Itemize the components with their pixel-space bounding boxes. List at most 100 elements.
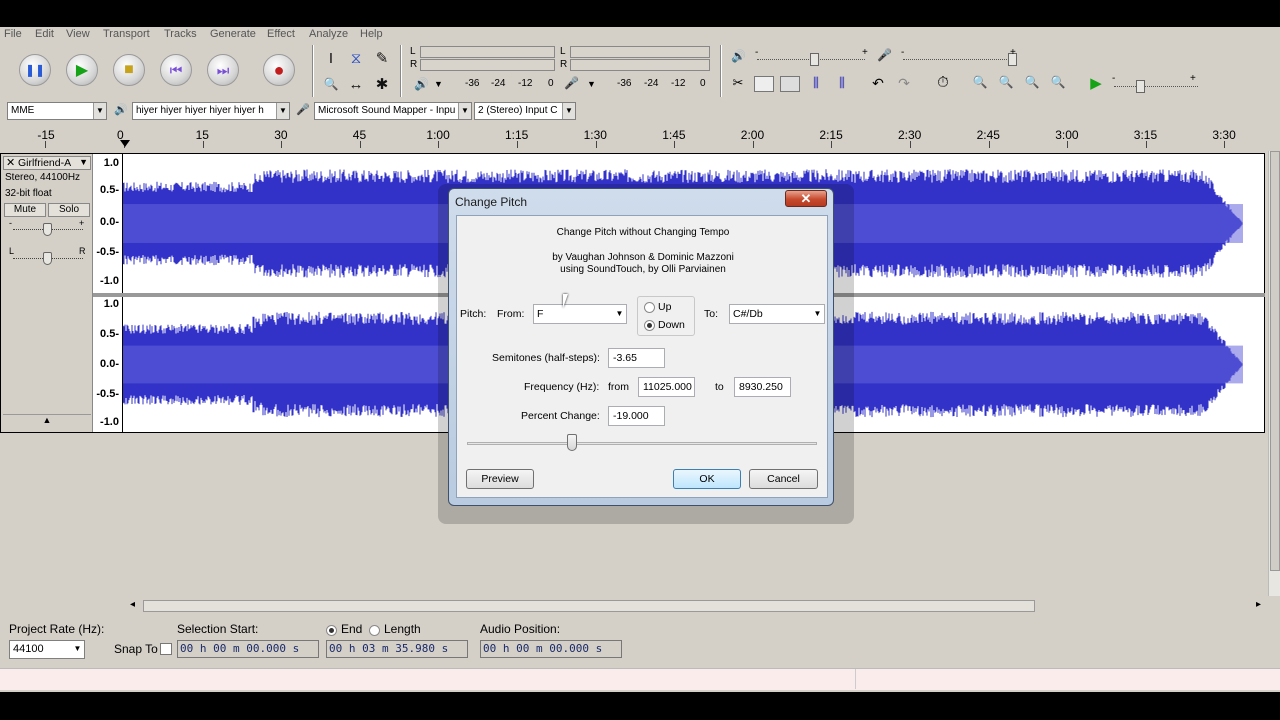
output-volume-thumb[interactable] bbox=[810, 53, 819, 66]
record-meter-right[interactable] bbox=[570, 59, 710, 71]
stop-button[interactable]: ■ bbox=[113, 54, 145, 86]
play-speed-slider[interactable] bbox=[1114, 86, 1198, 87]
input-volume-slider[interactable] bbox=[903, 59, 1015, 60]
menu-view[interactable]: View bbox=[66, 28, 90, 40]
to-pitch-select[interactable]: C#/Db ▼ bbox=[729, 304, 825, 324]
semitones-input[interactable]: -3.65 bbox=[608, 348, 665, 368]
multi-tool[interactable]: ✱ bbox=[371, 73, 393, 95]
cancel-button[interactable]: Cancel bbox=[749, 469, 818, 489]
sync-lock-icon[interactable]: ⏱ bbox=[933, 74, 953, 94]
ruler-tick bbox=[595, 141, 597, 148]
playback-meter-right[interactable] bbox=[420, 59, 555, 71]
chevron-down-icon: ▼ bbox=[613, 305, 626, 323]
dialog-close-button[interactable]: ✕ bbox=[785, 190, 827, 207]
silence-icon[interactable]: ⫼ bbox=[832, 75, 852, 93]
project-rate-select[interactable]: 44100 ▼ bbox=[9, 640, 85, 659]
from-pitch-select[interactable]: F ▼ bbox=[533, 304, 627, 324]
playback-meter-left[interactable] bbox=[420, 46, 555, 58]
down-radio[interactable] bbox=[644, 320, 655, 331]
track-name-menu[interactable]: ✕ Girlfriend-A ▼ bbox=[3, 156, 91, 170]
audio-position-time[interactable]: 00 h 00 m 00.000 s bbox=[480, 640, 622, 658]
menu-file[interactable]: File bbox=[4, 28, 22, 40]
pan-slider-thumb[interactable] bbox=[43, 252, 52, 265]
up-radio[interactable] bbox=[644, 302, 655, 313]
chevron-down-icon[interactable]: ▼ bbox=[434, 79, 443, 89]
vertical-scroll-thumb[interactable] bbox=[1270, 151, 1280, 571]
undo-icon[interactable]: ↶ bbox=[868, 75, 888, 93]
meter-left-label: L bbox=[560, 46, 566, 57]
play-speed-thumb[interactable] bbox=[1136, 80, 1145, 93]
vertical-scrollbar[interactable] bbox=[1268, 151, 1280, 596]
audio-position-value: 00 h 00 m 00.000 s bbox=[483, 642, 603, 655]
play-button[interactable]: ▶ bbox=[66, 54, 98, 86]
solo-button[interactable]: Solo bbox=[48, 203, 90, 217]
select-icon: I bbox=[328, 49, 334, 67]
output-device-select[interactable]: hiyer hiyer hiyer hiyer hiyer h ▼ bbox=[132, 102, 290, 120]
record-button[interactable]: ● bbox=[263, 54, 295, 86]
play-at-speed-icon[interactable]: ▶ bbox=[1086, 74, 1106, 94]
cut-icon[interactable]: ✂ bbox=[728, 75, 748, 93]
menu-help[interactable]: Help bbox=[360, 28, 383, 40]
fit-project-icon[interactable]: 🔍 bbox=[1048, 75, 1068, 93]
scroll-right-icon[interactable]: ▸ bbox=[1256, 599, 1261, 610]
skip-to-end-button[interactable]: ⏭ bbox=[207, 54, 239, 86]
percent-change-slider-thumb[interactable] bbox=[567, 434, 577, 451]
percent-change-value: -19.000 bbox=[613, 410, 649, 422]
time-shift-tool[interactable]: ↔ bbox=[345, 73, 367, 95]
copy-icon[interactable] bbox=[754, 76, 774, 92]
menu-generate[interactable]: Generate bbox=[210, 28, 256, 40]
frequency-from-value: 11025.000 bbox=[643, 381, 692, 393]
trim-icon[interactable]: ⫼ bbox=[806, 75, 826, 93]
from-pitch-value: F bbox=[537, 308, 544, 320]
envelope-tool[interactable]: ⧖ bbox=[345, 47, 367, 69]
fit-selection-icon[interactable]: 🔍 bbox=[1022, 75, 1042, 93]
zoom-in-icon[interactable]: 🔍 bbox=[970, 75, 990, 93]
ok-button[interactable]: OK bbox=[673, 469, 741, 489]
paste-icon[interactable] bbox=[780, 76, 800, 92]
input-device-select[interactable]: Microsoft Sound Mapper - Inpu ▼ bbox=[314, 102, 472, 120]
menu-tracks[interactable]: Tracks bbox=[164, 28, 197, 40]
gain-slider-thumb[interactable] bbox=[43, 223, 52, 236]
zoom-out-icon[interactable]: 🔍 bbox=[996, 75, 1016, 93]
ruler-tick bbox=[1067, 141, 1069, 148]
audio-host-select[interactable]: MME ▼ bbox=[7, 102, 107, 120]
redo-icon[interactable]: ↷ bbox=[894, 75, 914, 93]
chevron-down-icon[interactable]: ▼ bbox=[587, 79, 596, 89]
horizontal-scroll-thumb[interactable] bbox=[143, 600, 1035, 612]
end-radio[interactable] bbox=[326, 625, 337, 636]
speaker-icon[interactable]: 🔊 bbox=[414, 77, 429, 91]
collapse-track-button[interactable]: ▲ bbox=[3, 414, 91, 428]
menu-transport[interactable]: Transport bbox=[103, 28, 150, 40]
meter-tick: -24 bbox=[644, 78, 659, 89]
meter-tick: -36 bbox=[617, 78, 632, 89]
frequency-from-input[interactable]: 11025.000 bbox=[638, 377, 695, 397]
record-meter-left[interactable] bbox=[570, 46, 710, 58]
scroll-left-icon[interactable]: ◂ bbox=[130, 599, 135, 610]
draw-tool[interactable]: ✎ bbox=[371, 47, 393, 69]
zoom-tool[interactable]: 🔍 bbox=[320, 73, 342, 95]
percent-change-slider[interactable] bbox=[467, 442, 817, 445]
timeline-ruler[interactable]: -15 0 15 30 45 1:00 1:15 1:30 1:45 2:00 2:15 2:30 2:… bbox=[0, 124, 1280, 148]
selection-tool[interactable]: I bbox=[320, 47, 342, 69]
skip-to-start-button[interactable]: ⏮ bbox=[160, 54, 192, 86]
ruler-label: 3:00 bbox=[1055, 128, 1079, 142]
selection-end-time[interactable]: 00 h 03 m 35.980 s bbox=[326, 640, 468, 658]
vertical-scale-top: 1.0 0.5- 0.0- -0.5- -1.0 bbox=[93, 154, 123, 293]
snap-to-checkbox[interactable] bbox=[160, 643, 172, 655]
menu-edit[interactable]: Edit bbox=[35, 28, 54, 40]
horizontal-scrollbar[interactable]: ◂ ▸ bbox=[0, 598, 1280, 614]
frequency-to-input[interactable]: 8930.250 bbox=[734, 377, 791, 397]
input-channels-select[interactable]: 2 (Stereo) Input C ▼ bbox=[474, 102, 576, 120]
pause-button[interactable]: ❚❚ bbox=[19, 54, 51, 86]
length-radio[interactable] bbox=[369, 625, 380, 636]
preview-button[interactable]: Preview bbox=[466, 469, 534, 489]
close-icon[interactable]: ✕ bbox=[6, 156, 15, 169]
chevron-down-icon: ▼ bbox=[811, 305, 824, 323]
ruler-label: 1:45 bbox=[662, 128, 686, 142]
percent-change-input[interactable]: -19.000 bbox=[608, 406, 665, 426]
menu-analyze[interactable]: Analyze bbox=[309, 28, 348, 40]
microphone-icon[interactable]: 🎤 bbox=[564, 76, 579, 90]
selection-start-time[interactable]: 00 h 00 m 00.000 s bbox=[177, 640, 319, 658]
mute-button[interactable]: Mute bbox=[4, 203, 46, 217]
menu-effect[interactable]: Effect bbox=[267, 28, 295, 40]
